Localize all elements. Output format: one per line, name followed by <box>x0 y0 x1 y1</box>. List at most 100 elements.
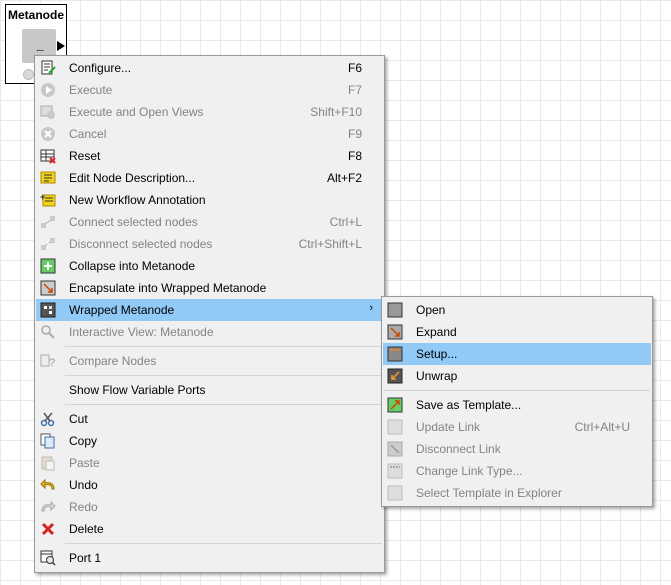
menu-item-label: Collapse into Metanode <box>69 259 196 273</box>
submenu-item-select-template-in-explorer[interactable]: Select Template in Explorer <box>383 482 651 504</box>
menu-item-connect-selected-nodes[interactable]: Connect selected nodes Ctrl+L <box>36 211 383 233</box>
menu-item-shortcut: Ctrl+Alt+U <box>574 420 630 434</box>
menu-separator <box>65 543 382 544</box>
menu-item-label: Execute and Open Views <box>69 105 204 119</box>
reset-icon <box>40 148 56 164</box>
menu-item-configure[interactable]: Configure... F6 <box>36 57 383 79</box>
menu-item-edit-node-description[interactable]: Edit Node Description... Alt+F2 <box>36 167 383 189</box>
encapsulate-icon <box>40 280 56 296</box>
change-link-type-icon <box>387 463 403 479</box>
paste-icon <box>40 455 56 471</box>
menu-item-copy[interactable]: Copy <box>36 430 383 452</box>
redo-icon <box>40 499 56 515</box>
menu-item-label: Select Template in Explorer <box>416 486 562 500</box>
submenu-item-open[interactable]: Open <box>383 299 651 321</box>
submenu-item-update-link[interactable]: Update Link Ctrl+Alt+U <box>383 416 651 438</box>
menu-item-new-workflow-annotation[interactable]: + New Workflow Annotation <box>36 189 383 211</box>
menu-item-label: Delete <box>69 522 104 536</box>
menu-item-cancel[interactable]: Cancel F9 <box>36 123 383 145</box>
menu-item-encapsulate-wrapped-metanode[interactable]: Encapsulate into Wrapped Metanode <box>36 277 383 299</box>
menu-item-label: New Workflow Annotation <box>69 193 206 207</box>
execute-open-views-icon <box>40 104 56 120</box>
submenu-item-disconnect-link[interactable]: Disconnect Link <box>383 438 651 460</box>
interactive-view-icon <box>40 324 56 340</box>
menu-item-label: Interactive View: Metanode <box>69 325 214 339</box>
submenu-item-save-as-template[interactable]: Save as Template... <box>383 394 651 416</box>
menu-item-shortcut: Ctrl+L <box>329 215 362 229</box>
configure-icon <box>40 60 56 76</box>
menu-item-label: Expand <box>416 325 457 339</box>
menu-item-paste[interactable]: Paste <box>36 452 383 474</box>
submenu-item-change-link-type[interactable]: Change Link Type... <box>383 460 651 482</box>
menu-item-disconnect-selected-nodes[interactable]: Disconnect selected nodes Ctrl+Shift+L <box>36 233 383 255</box>
menu-item-execute[interactable]: Execute F7 <box>36 79 383 101</box>
disconnect-nodes-icon <box>40 236 56 252</box>
node-status-icon <box>23 69 34 80</box>
submenu-arrow-icon: › <box>369 302 373 314</box>
menu-item-compare-nodes[interactable]: ? Compare Nodes <box>36 350 383 372</box>
menu-item-show-flow-variable-ports[interactable]: Show Flow Variable Ports <box>36 379 383 401</box>
menu-item-label: Save as Template... <box>416 398 522 412</box>
menu-item-label: Port 1 <box>69 551 102 565</box>
menu-item-collapse-into-metanode[interactable]: Collapse into Metanode <box>36 255 383 277</box>
menu-item-reset[interactable]: Reset F8 <box>36 145 383 167</box>
menu-item-label: Undo <box>69 478 98 492</box>
menu-item-label: Change Link Type... <box>416 464 523 478</box>
menu-item-label: Update Link <box>416 420 481 434</box>
menu-item-label: Paste <box>69 456 100 470</box>
unwrap-icon <box>387 368 403 384</box>
menu-item-label: Open <box>416 303 446 317</box>
node-title: Metanode <box>7 8 64 22</box>
menu-item-shortcut: F6 <box>347 61 362 75</box>
menu-item-shortcut: Alt+F2 <box>326 171 362 185</box>
undo-icon <box>40 477 56 493</box>
submenu-item-setup[interactable]: Setup... <box>383 343 651 365</box>
menu-separator <box>65 404 382 405</box>
svg-text:?: ? <box>49 357 55 369</box>
menu-item-label: Wrapped Metanode <box>69 303 175 317</box>
select-template-icon <box>387 485 403 501</box>
menu-item-delete[interactable]: Delete <box>36 518 383 540</box>
menu-separator <box>65 346 382 347</box>
menu-item-label: Cut <box>69 412 88 426</box>
port-icon <box>40 550 56 566</box>
menu-item-label: Compare Nodes <box>69 354 157 368</box>
submenu-item-unwrap[interactable]: Unwrap <box>383 365 651 387</box>
menu-item-label: Show Flow Variable Ports <box>69 383 206 397</box>
menu-item-undo[interactable]: Undo <box>36 474 383 496</box>
menu-item-label: Disconnect selected nodes <box>69 237 213 251</box>
delete-icon <box>40 521 56 537</box>
node-output-port[interactable] <box>57 41 65 51</box>
menu-item-label: Cancel <box>69 127 107 141</box>
annotation-icon: + <box>40 192 56 208</box>
menu-item-execute-open-views[interactable]: Execute and Open Views Shift+F10 <box>36 101 383 123</box>
menu-item-label: Encapsulate into Wrapped Metanode <box>69 281 267 295</box>
connect-nodes-icon <box>40 214 56 230</box>
menu-separator <box>384 390 650 391</box>
expand-icon <box>387 324 403 340</box>
menu-item-redo[interactable]: Redo <box>36 496 383 518</box>
context-menu: Configure... F6 Execute F7 Execute and O… <box>34 55 385 573</box>
submenu-item-expand[interactable]: Expand <box>383 321 651 343</box>
node-dots: .... <box>36 43 44 54</box>
svg-text:+: + <box>40 192 45 202</box>
open-icon <box>387 302 403 318</box>
cancel-icon <box>40 126 56 142</box>
menu-item-label: Unwrap <box>416 369 458 383</box>
menu-item-label: Connect selected nodes <box>69 215 198 229</box>
menu-item-shortcut: Ctrl+Shift+L <box>298 237 362 251</box>
menu-item-port-1[interactable]: Port 1 <box>36 547 383 569</box>
menu-item-wrapped-metanode[interactable]: Wrapped Metanode › <box>36 299 383 321</box>
menu-item-shortcut: F7 <box>347 83 362 97</box>
menu-item-label: Setup... <box>416 347 458 361</box>
menu-item-interactive-view[interactable]: Interactive View: Metanode <box>36 321 383 343</box>
setup-icon <box>387 346 403 362</box>
menu-item-shortcut: F9 <box>347 127 362 141</box>
menu-item-shortcut: Shift+F10 <box>310 105 362 119</box>
save-template-icon <box>387 397 403 413</box>
compare-nodes-icon: ? <box>40 353 56 369</box>
menu-item-cut[interactable]: Cut <box>36 408 383 430</box>
menu-item-label: Edit Node Description... <box>69 171 196 185</box>
menu-item-label: Disconnect Link <box>416 442 501 456</box>
menu-separator <box>65 375 382 376</box>
